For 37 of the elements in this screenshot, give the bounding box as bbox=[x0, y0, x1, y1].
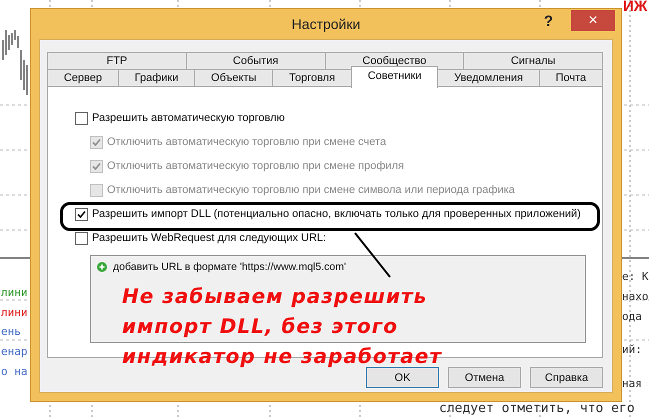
dialog-button[interactable]: OK bbox=[366, 367, 439, 388]
dialog-button[interactable]: Отмена bbox=[448, 367, 521, 388]
window-title: Настройки bbox=[292, 16, 360, 32]
help-button[interactable]: ? bbox=[538, 11, 559, 32]
list-item[interactable]: добавить URL в формате 'https://www.mql5.com' bbox=[97, 261, 579, 273]
tab[interactable]: Торговля bbox=[272, 69, 352, 86]
background-text: е: К bbox=[622, 270, 648, 284]
checkbox[interactable] bbox=[75, 208, 88, 220]
tab[interactable]: Почта bbox=[538, 69, 603, 86]
heading-text: ИЖ bbox=[623, 0, 648, 15]
add-icon bbox=[97, 262, 107, 272]
background-text: ень bbox=[1, 325, 21, 339]
checkbox-option[interactable]: Разрешить WebRequest для следующих URL: bbox=[75, 231, 586, 245]
background-text: ная bbox=[622, 377, 642, 391]
checkbox[interactable] bbox=[75, 232, 88, 244]
dialog-button[interactable]: Справка bbox=[530, 367, 603, 388]
checkbox[interactable] bbox=[75, 112, 88, 124]
checkbox-option[interactable]: Разрешить автоматическую торговлю bbox=[75, 111, 586, 125]
background-text: ий: bbox=[622, 343, 642, 357]
background-text: енар bbox=[1, 345, 28, 359]
annotation-text: Не забываем разрешить импорт DLL, без этого индикатор не заработает bbox=[122, 283, 443, 370]
background-text: нахо bbox=[622, 290, 648, 304]
background-text: следует отметить, что его bbox=[439, 401, 635, 417]
background-text: о на bbox=[1, 365, 28, 379]
background-text: лини bbox=[1, 286, 28, 300]
tab[interactable]: Объекты bbox=[194, 69, 274, 86]
tab[interactable]: Сервер bbox=[47, 69, 119, 86]
tab[interactable]: Уведомления bbox=[437, 69, 540, 86]
tab[interactable]: Графики bbox=[118, 69, 196, 86]
checkbox-option[interactable]: Разрешить импорт DLL (потенциально опасно, включать только для проверенных приложений) bbox=[75, 207, 586, 221]
background-text: лини bbox=[1, 306, 28, 320]
background-text: ода bbox=[622, 310, 642, 324]
tab[interactable]: Сигналы bbox=[463, 52, 603, 69]
tab[interactable]: FTP bbox=[47, 52, 187, 69]
tab[interactable]: Советники bbox=[350, 66, 438, 88]
close-button[interactable]: × bbox=[571, 10, 615, 31]
tab[interactable]: События bbox=[186, 52, 326, 69]
